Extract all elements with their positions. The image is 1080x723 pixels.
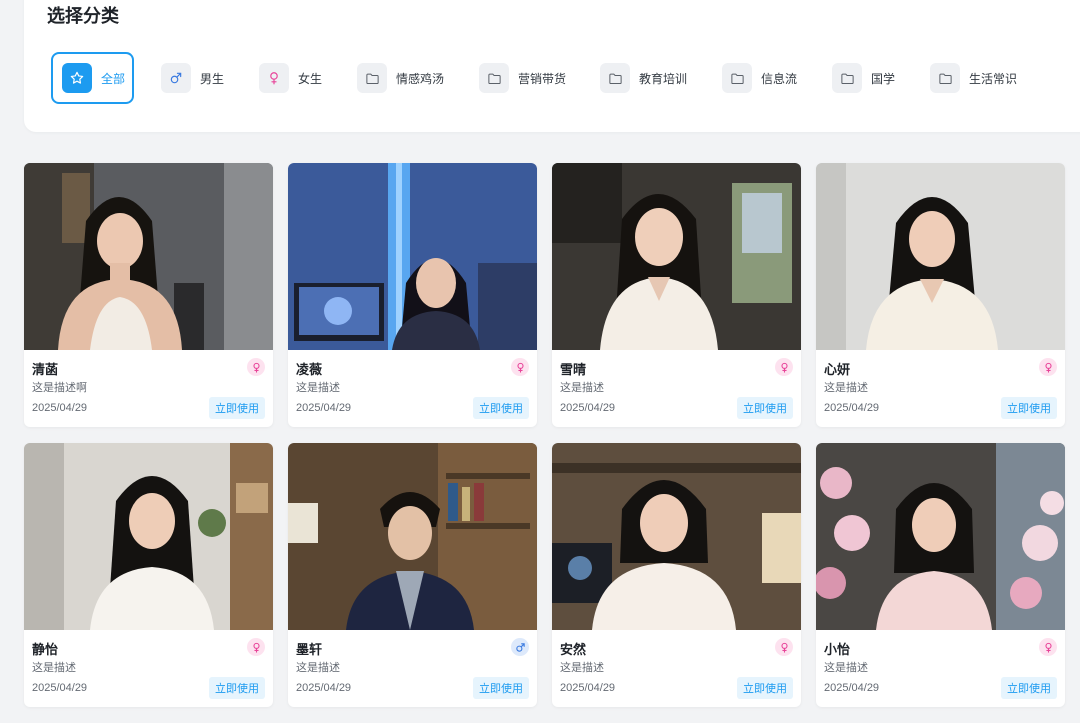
male-icon — [161, 63, 191, 93]
category-label: 信息流 — [761, 71, 798, 86]
avatar-name: 雪晴 — [560, 362, 587, 377]
avatar-date: 2025/04/29 — [824, 402, 880, 414]
folder-icon — [722, 63, 752, 93]
use-now-button[interactable]: 立即使用 — [737, 677, 793, 699]
avatar-card[interactable]: 安然 这是描述 2025/04/29 立即使用 — [552, 443, 801, 707]
female-icon — [1039, 358, 1057, 376]
avatar-photo — [288, 163, 537, 350]
avatar-card[interactable]: 清菡 这是描述啊 2025/04/29 立即使用 — [24, 163, 273, 427]
avatar-photo — [816, 163, 1065, 350]
avatar-description: 这是描述啊 — [32, 382, 87, 394]
avatar-card[interactable]: 雪晴 这是描述 2025/04/29 立即使用 — [552, 163, 801, 427]
avatar-name: 凌薇 — [296, 362, 323, 377]
category-label: 国学 — [871, 71, 896, 86]
category-male[interactable]: 男生 — [153, 52, 229, 104]
avatar-name: 墨轩 — [296, 642, 323, 657]
female-icon — [775, 638, 793, 656]
category-label: 全部 — [101, 71, 126, 86]
avatar-name: 静怡 — [32, 642, 59, 657]
female-icon — [511, 358, 529, 376]
category-emotion[interactable]: 情感鸡汤 — [349, 52, 449, 104]
category-label: 营销带货 — [518, 71, 567, 86]
female-icon — [1039, 638, 1057, 656]
avatar-photo — [552, 443, 801, 630]
category-label: 教育培训 — [639, 71, 688, 86]
avatar-photo — [24, 163, 273, 350]
avatar-description: 这是描述 — [824, 662, 868, 674]
avatar-card[interactable]: 静怡 这是描述 2025/04/29 立即使用 — [24, 443, 273, 707]
avatar-photo — [552, 163, 801, 350]
folder-icon — [479, 63, 509, 93]
female-icon — [247, 358, 265, 376]
category-female[interactable]: 女生 — [251, 52, 327, 104]
folder-icon — [600, 63, 630, 93]
use-now-button[interactable]: 立即使用 — [1001, 677, 1057, 699]
use-now-button[interactable]: 立即使用 — [209, 677, 265, 699]
use-now-button[interactable]: 立即使用 — [1001, 397, 1057, 419]
female-icon — [775, 358, 793, 376]
female-icon — [247, 638, 265, 656]
category-life-tips[interactable]: 生活常识 — [922, 52, 1022, 104]
avatar-date: 2025/04/29 — [824, 682, 880, 694]
avatar-name: 心妍 — [824, 362, 851, 377]
avatar-date: 2025/04/29 — [560, 402, 616, 414]
category-guoxue[interactable]: 国学 — [824, 52, 900, 104]
category-label: 女生 — [298, 71, 323, 86]
category-label: 情感鸡汤 — [396, 71, 445, 86]
avatar-description: 这是描述 — [296, 382, 340, 394]
folder-icon — [832, 63, 862, 93]
avatar-name: 清菡 — [32, 362, 59, 377]
avatar-card[interactable]: 小怡 这是描述 2025/04/29 立即使用 — [816, 443, 1065, 707]
star-icon — [62, 63, 92, 93]
category-all[interactable]: 全部 — [51, 52, 134, 104]
avatar-date: 2025/04/29 — [560, 682, 616, 694]
avatar-description: 这是描述 — [560, 382, 604, 394]
folder-icon — [930, 63, 960, 93]
avatar-description: 这是描述 — [296, 662, 340, 674]
use-now-button[interactable]: 立即使用 — [209, 397, 265, 419]
avatar-photo — [816, 443, 1065, 630]
female-icon — [259, 63, 289, 93]
avatar-card[interactable]: 心妍 这是描述 2025/04/29 立即使用 — [816, 163, 1065, 427]
avatar-date: 2025/04/29 — [296, 402, 352, 414]
male-icon — [511, 638, 529, 656]
avatar-photo — [24, 443, 273, 630]
avatar-photo — [288, 443, 537, 630]
use-now-button[interactable]: 立即使用 — [737, 397, 793, 419]
folder-icon — [357, 63, 387, 93]
use-now-button[interactable]: 立即使用 — [473, 677, 529, 699]
avatar-description: 这是描述 — [32, 662, 76, 674]
avatar-date: 2025/04/29 — [32, 682, 88, 694]
page-title: 选择分类 — [47, 6, 119, 26]
category-label: 生活常识 — [969, 71, 1018, 86]
avatar-card[interactable]: 凌薇 这是描述 2025/04/29 立即使用 — [288, 163, 537, 427]
avatar-date: 2025/04/29 — [32, 402, 88, 414]
avatar-card[interactable]: 墨轩 这是描述 2025/04/29 立即使用 — [288, 443, 537, 707]
avatar-description: 这是描述 — [824, 382, 868, 394]
category-label: 男生 — [200, 71, 225, 86]
category-marketing[interactable]: 营销带货 — [471, 52, 571, 104]
category-education[interactable]: 教育培训 — [592, 52, 692, 104]
avatar-name: 小怡 — [824, 642, 851, 657]
category-infoflow[interactable]: 信息流 — [714, 52, 802, 104]
avatar-name: 安然 — [560, 642, 587, 657]
avatar-date: 2025/04/29 — [296, 682, 352, 694]
use-now-button[interactable]: 立即使用 — [473, 397, 529, 419]
avatar-description: 这是描述 — [560, 662, 604, 674]
